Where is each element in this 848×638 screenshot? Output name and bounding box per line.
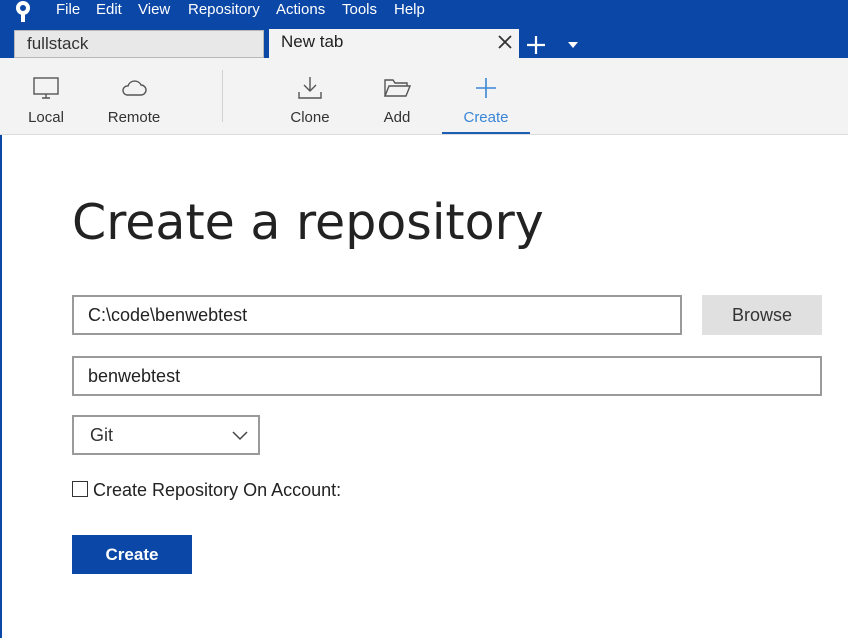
vcs-selected-value: Git: [90, 425, 114, 445]
destination-path-input[interactable]: [72, 295, 682, 335]
menubar: File Edit View Repository Actions Tools …: [0, 0, 848, 22]
menu-file[interactable]: File: [56, 1, 80, 19]
menu-view[interactable]: View: [138, 1, 170, 19]
sourcetree-logo-icon[interactable]: [12, 0, 34, 22]
menu-actions[interactable]: Actions: [276, 1, 325, 19]
toolbar-label: Local: [28, 109, 64, 126]
plus-icon[interactable]: [525, 34, 547, 56]
download-icon: [298, 77, 322, 99]
tab-new-tab[interactable]: New tab: [269, 29, 519, 59]
tab-strip: fullstack New tab: [0, 22, 848, 59]
dropdown-arrow-icon[interactable]: [566, 40, 580, 50]
page-title: Create a repository: [72, 194, 544, 251]
toolbar-create-button[interactable]: Create: [442, 58, 530, 134]
toolbar-remote-button[interactable]: Remote: [100, 58, 168, 135]
plus-icon: [476, 78, 496, 98]
toolbar-label: Clone: [290, 109, 330, 126]
tab-label: fullstack: [27, 34, 89, 53]
tab-label: New tab: [281, 32, 344, 51]
monitor-icon: [33, 77, 59, 99]
create-button[interactable]: Create: [72, 535, 192, 574]
repository-name-input[interactable]: [72, 356, 822, 396]
menu-repository[interactable]: Repository: [188, 1, 260, 19]
toolbar-clone-button[interactable]: Clone: [276, 58, 344, 135]
browse-button[interactable]: Browse: [702, 295, 822, 335]
cloud-icon: [122, 80, 147, 96]
toolbar-local-button[interactable]: Local: [12, 58, 80, 135]
toolbar: Local Remote Clone Add Create: [0, 58, 848, 135]
close-icon[interactable]: [497, 34, 513, 50]
create-on-account-checkbox[interactable]: [72, 481, 88, 497]
tab-fullstack[interactable]: fullstack: [14, 30, 264, 58]
menu-help[interactable]: Help: [394, 1, 425, 19]
chevron-down-icon: [232, 431, 248, 441]
menu-edit[interactable]: Edit: [96, 1, 122, 19]
create-on-account-label[interactable]: Create Repository On Account:: [93, 480, 341, 501]
toolbar-label: Create: [463, 109, 509, 126]
window-left-border: [0, 135, 2, 638]
folder-open-icon: [383, 79, 412, 97]
toolbar-label: Add: [383, 109, 411, 126]
toolbar-add-button[interactable]: Add: [363, 58, 431, 135]
toolbar-label: Remote: [107, 109, 161, 126]
vcs-type-select[interactable]: Git: [72, 415, 260, 455]
menu-tools[interactable]: Tools: [342, 1, 377, 19]
toolbar-divider: [222, 70, 223, 122]
